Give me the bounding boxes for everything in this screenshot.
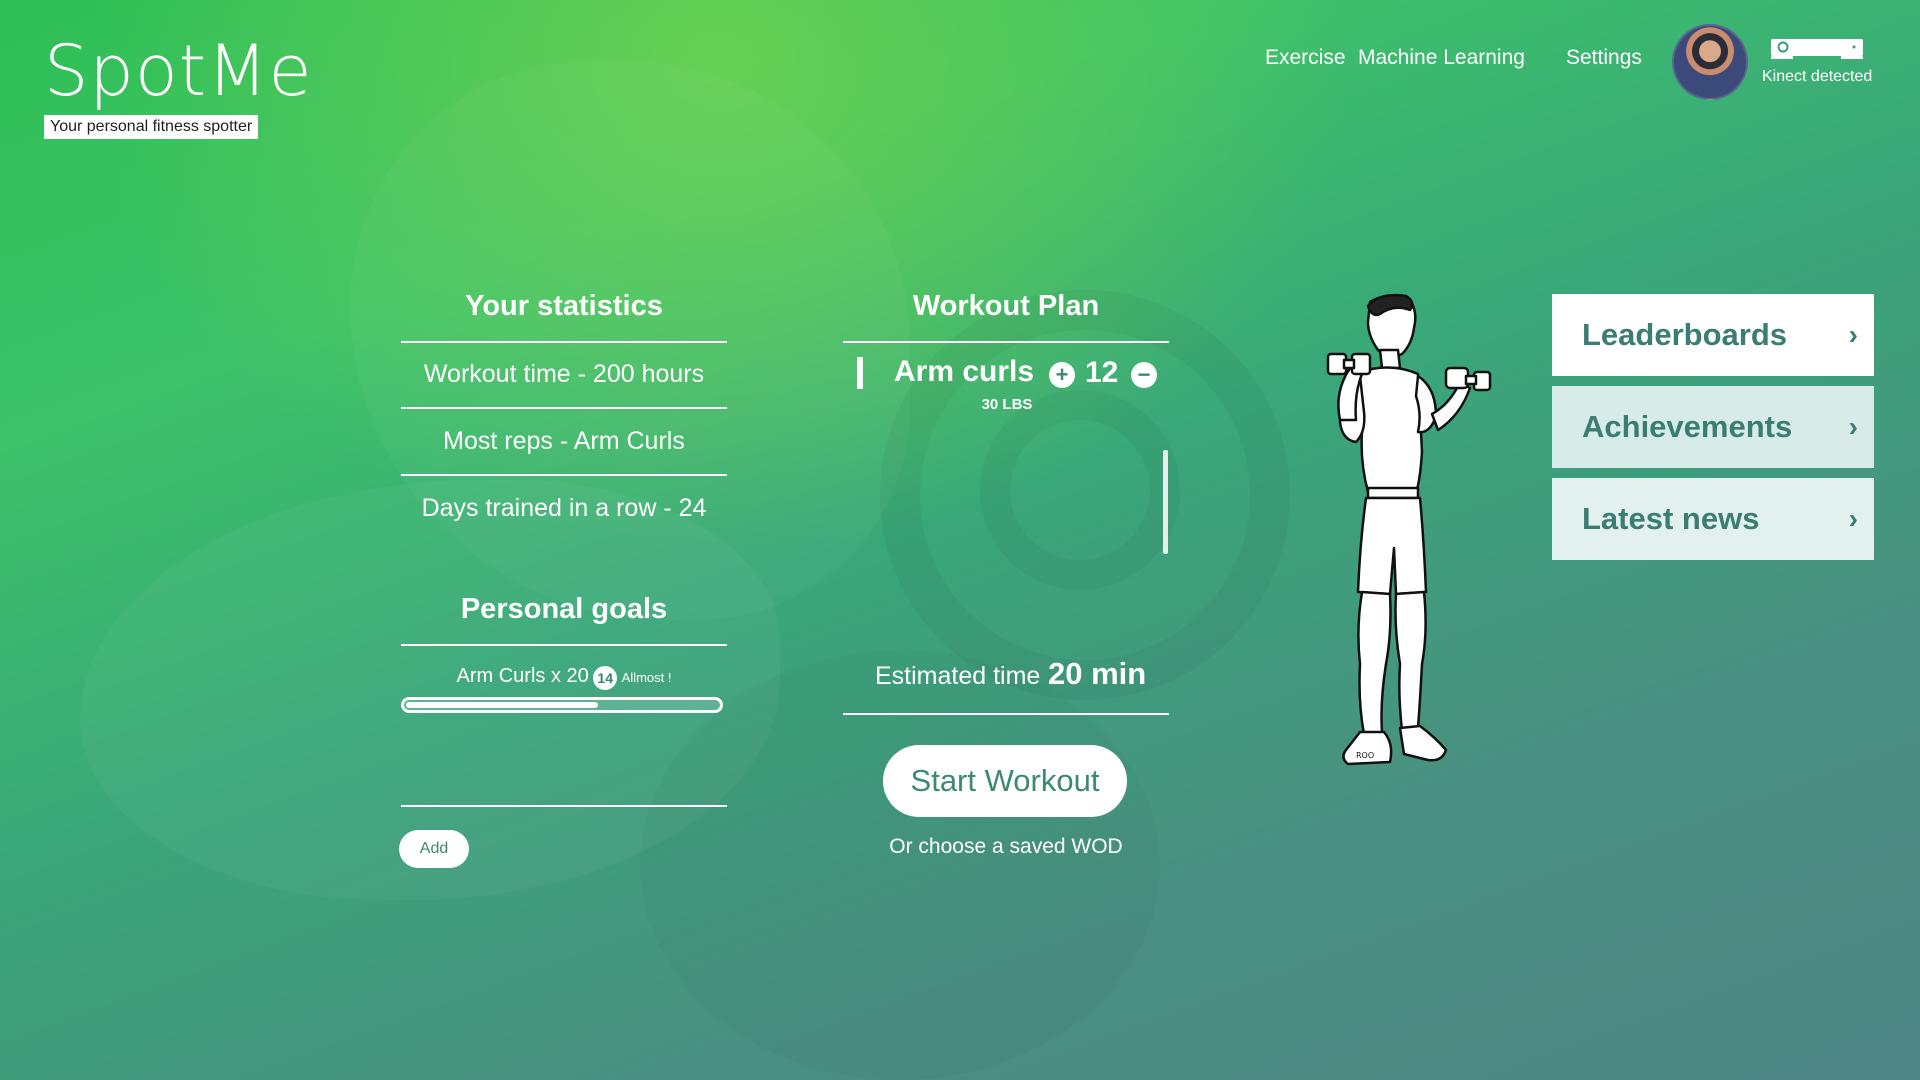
background-shape	[350, 60, 910, 620]
chevron-right-icon: ›	[1848, 319, 1858, 350]
exercise-name: Arm curls	[894, 355, 1035, 388]
goal-progress-bar	[401, 697, 723, 713]
plan-title: Workout Plan	[912, 290, 1100, 322]
leaderboards-label: Leaderboards	[1582, 317, 1788, 352]
start-workout-button[interactable]: Start Workout	[883, 745, 1127, 817]
statistics-title: Your statistics	[465, 290, 663, 322]
app-tagline: Your personal fitness spotter	[44, 115, 259, 139]
divider	[843, 713, 1169, 715]
exercise-reps: 12	[1085, 356, 1119, 389]
saved-wod-prompt: Or choose a saved WOD	[884, 835, 1128, 859]
chevron-right-icon: ›	[1848, 503, 1858, 534]
divider	[401, 474, 727, 476]
user-avatar[interactable]	[1672, 24, 1748, 100]
divider	[401, 407, 727, 409]
achievements-label: Achievements	[1582, 409, 1793, 444]
divider	[401, 644, 727, 646]
goal-status: Allmost !	[621, 670, 672, 685]
divider	[843, 341, 1169, 343]
goal-count-badge: 14	[593, 665, 618, 690]
estimated-time-label: Estimated time	[875, 662, 1041, 690]
add-goal-button[interactable]: Add	[399, 830, 469, 868]
nav-machine-learning[interactable]: Machine Learning	[1358, 46, 1525, 70]
stat-most-reps: Most reps - Arm Curls	[443, 427, 685, 455]
nav-settings[interactable]: Settings	[1566, 46, 1642, 70]
latest-news-tile[interactable]: Latest news ›	[1552, 478, 1874, 560]
wod-prefix: Or choose a	[889, 835, 1004, 858]
goals-title: Personal goals	[460, 593, 668, 625]
background-ring	[980, 390, 1180, 590]
achievements-tile[interactable]: Achievements ›	[1552, 386, 1874, 468]
background-ring	[880, 290, 1290, 700]
divider	[401, 341, 727, 343]
goal-progress-fill	[406, 702, 598, 708]
kinect-sensor-icon	[1771, 39, 1863, 59]
plan-scrollbar[interactable]	[1163, 450, 1168, 554]
exercise-drag-handle[interactable]	[857, 357, 863, 389]
stat-workout-time: Workout time - 200 hours	[423, 360, 705, 388]
goal-label: Arm Curls x 20	[456, 665, 589, 687]
stat-days-in-row: Days trained in a row - 24	[421, 494, 707, 522]
exercise-weight: 30 LBS	[981, 396, 1033, 413]
nav-exercise[interactable]: Exercise	[1265, 46, 1346, 70]
chevron-right-icon: ›	[1848, 411, 1858, 442]
kinect-status: Kinect detected	[1762, 68, 1873, 85]
goal-item[interactable]: Arm Curls x 20 14 Allmost !	[401, 665, 727, 690]
app-logo: SpotMe	[44, 30, 313, 112]
latest-news-label: Latest news	[1582, 501, 1760, 536]
estimated-time-value: 20 min	[1048, 656, 1147, 691]
svg-text:ROO: ROO	[1356, 751, 1374, 760]
saved-wod-link[interactable]: saved WOD	[1010, 835, 1123, 858]
leaderboards-tile[interactable]: Leaderboards ›	[1552, 294, 1874, 376]
minus-circle-icon[interactable]: −	[1131, 362, 1157, 388]
divider	[401, 805, 727, 807]
arm-curl-figure-illustration: ROO	[1326, 293, 1492, 766]
plus-circle-icon[interactable]: +	[1049, 362, 1075, 388]
